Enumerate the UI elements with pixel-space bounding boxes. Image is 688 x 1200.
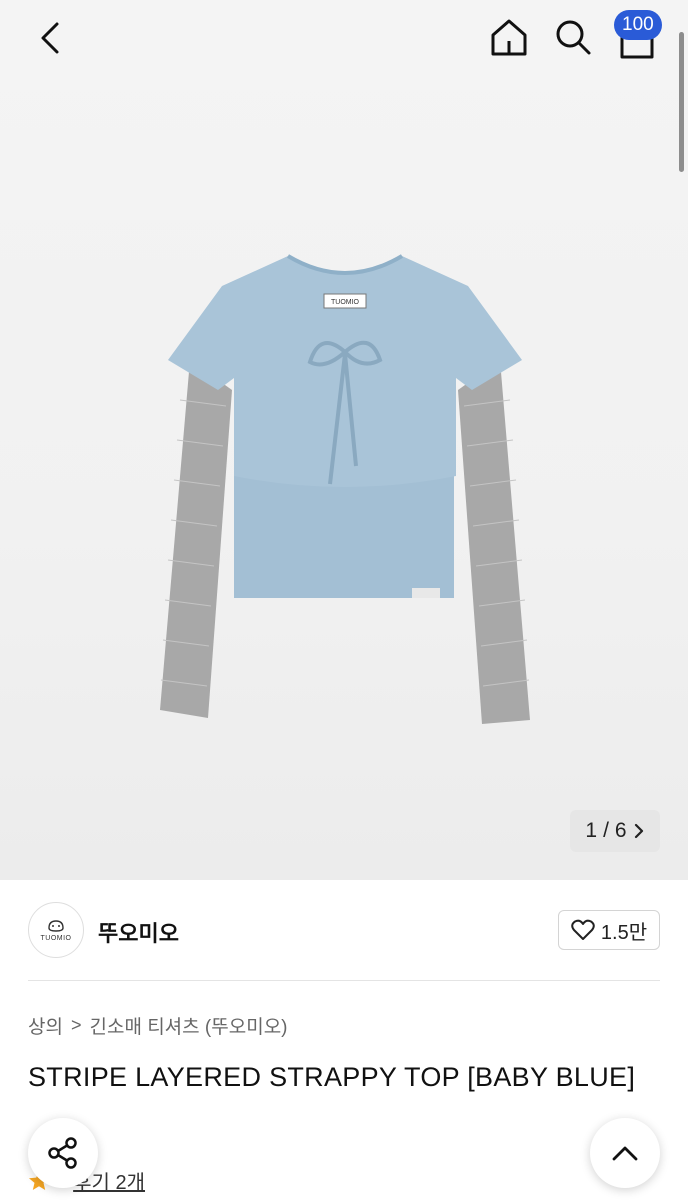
scroll-to-top-button[interactable] xyxy=(590,1118,660,1188)
share-icon xyxy=(48,1137,77,1169)
breadcrumb-subcategory[interactable]: 긴소매 티셔츠 (뚜오미오) xyxy=(89,1012,287,1039)
section-divider xyxy=(28,980,660,981)
heart-outline-icon xyxy=(571,919,595,940)
brand-logo-text: TUOMIO xyxy=(40,934,72,942)
pager-total: 6 xyxy=(614,819,627,842)
breadcrumb-separator: > xyxy=(70,1015,82,1035)
svg-text:TUOMIO: TUOMIO xyxy=(331,299,360,306)
breadcrumb-category[interactable]: 상의 xyxy=(28,1012,63,1039)
chevron-right-icon xyxy=(634,823,643,839)
cart-count-badge: 100 xyxy=(614,10,662,40)
chevron-up-icon xyxy=(612,1146,638,1161)
search-icon xyxy=(556,20,591,55)
home-button[interactable] xyxy=(484,12,534,62)
share-button[interactable] xyxy=(28,1118,98,1188)
brand-section: TUOMIO 뚜오미오 1.5만 xyxy=(28,900,660,960)
search-button[interactable] xyxy=(548,12,598,62)
product-title: STRIPE LAYERED STRAPPY TOP [BABY BLUE] xyxy=(28,1062,636,1092)
scrollbar[interactable] xyxy=(679,32,684,172)
product-gallery[interactable]: TUOMIO xyxy=(0,0,688,880)
brand-logo-mark-icon xyxy=(48,919,64,932)
like-button[interactable]: 1.5만 xyxy=(558,910,660,950)
brand-logo[interactable]: TUOMIO xyxy=(28,902,84,958)
pager-current: 1 xyxy=(585,819,598,842)
home-icon xyxy=(491,19,527,56)
top-navigation-bar: 100 xyxy=(0,0,688,80)
pager-separator: / xyxy=(603,819,609,842)
back-button[interactable] xyxy=(26,14,74,62)
chevron-left-icon xyxy=(41,22,59,54)
like-count: 1.5만 xyxy=(600,921,648,944)
image-pager[interactable]: 1 / 6 xyxy=(570,810,660,852)
brand-name[interactable]: 뚜오미오 xyxy=(98,916,179,948)
breadcrumb: 상의 > 긴소매 티셔츠 (뚜오미오) xyxy=(28,1012,288,1039)
product-image: TUOMIO xyxy=(160,254,530,724)
